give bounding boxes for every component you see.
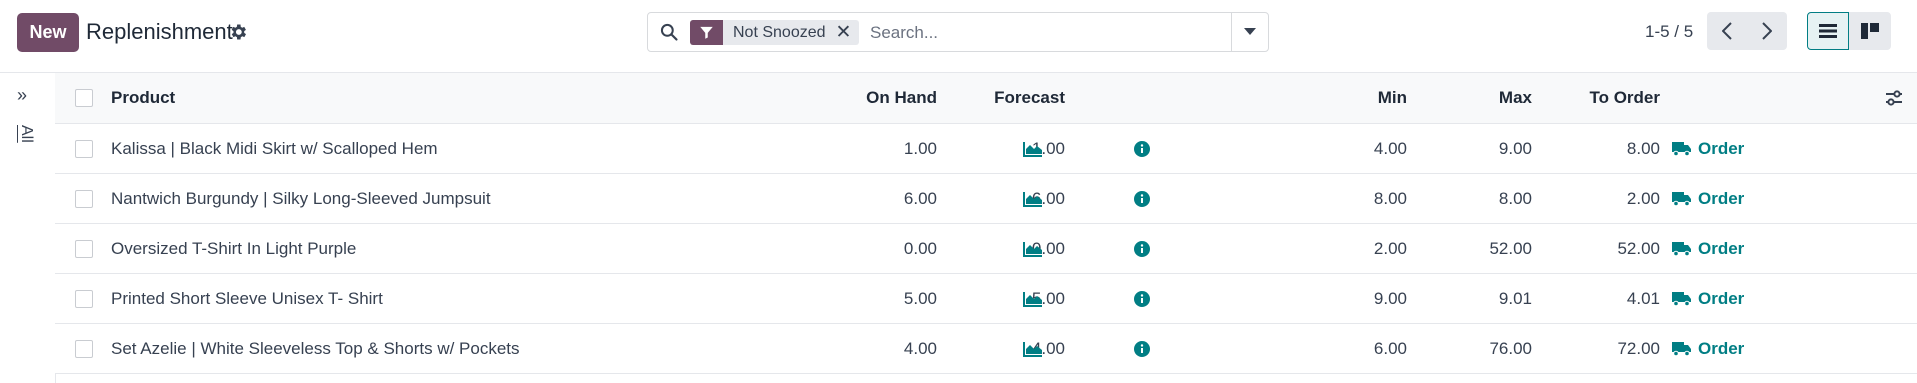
panel-all-label[interactable]: All [17, 125, 35, 143]
row-checkbox[interactable] [75, 289, 93, 308]
order-button[interactable]: Order [1672, 174, 1744, 223]
truck-icon [1672, 242, 1691, 256]
area-chart-icon[interactable] [1023, 124, 1043, 173]
caret-down-icon [1244, 28, 1256, 35]
to-order-cell: 52.00 [1617, 238, 1660, 258]
chevron-right-icon [1762, 22, 1772, 40]
table-header: Product On Hand Forecast Min Max To Orde… [55, 72, 1917, 124]
to-order-cell: 2.00 [1626, 188, 1660, 208]
table-row[interactable]: Printed Short Sleeve Unisex T- Shirt 5.0… [55, 274, 1917, 324]
product-cell[interactable]: Kalissa | Black Midi Skirt w/ Scalloped … [111, 124, 438, 173]
control-panel: New Replenishment Not Snoozed ✕ 1-5 / 5 [0, 0, 1917, 72]
table-row[interactable]: Set Azelie | White Sleeveless Top & Shor… [55, 324, 1917, 374]
max-cell: 9.01 [1498, 288, 1532, 308]
max-cell: 52.00 [1489, 238, 1532, 258]
on-hand-cell: 6.00 [903, 188, 937, 208]
kanban-view-button[interactable] [1849, 12, 1891, 50]
product-cell[interactable]: Printed Short Sleeve Unisex T- Shirt [111, 274, 383, 323]
to-order-cell: 8.00 [1626, 138, 1660, 158]
pager-buttons [1707, 12, 1787, 50]
order-button-label: Order [1698, 288, 1745, 308]
product-cell[interactable]: Oversized T-Shirt In Light Purple [111, 224, 356, 273]
column-header-product[interactable]: Product [111, 73, 175, 123]
truck-icon [1672, 192, 1691, 206]
info-icon[interactable] [1134, 124, 1150, 173]
order-button-label: Order [1698, 338, 1745, 358]
on-hand-cell: 4.00 [903, 338, 937, 358]
row-checkbox[interactable] [75, 339, 93, 358]
row-checkbox[interactable] [75, 239, 93, 258]
area-chart-icon[interactable] [1023, 274, 1043, 323]
min-cell: 6.00 [1373, 338, 1407, 358]
expand-panel-icon[interactable]: » [17, 85, 27, 106]
gear-icon[interactable] [228, 22, 248, 42]
replenishment-list: Product On Hand Forecast Min Max To Orde… [55, 72, 1917, 374]
order-button-label: Order [1698, 238, 1745, 258]
facet-remove-icon[interactable]: ✕ [836, 20, 860, 45]
facet-label: Not Snoozed [733, 23, 826, 41]
min-cell: 8.00 [1373, 188, 1407, 208]
list-view-icon [1819, 24, 1837, 38]
product-cell[interactable]: Nantwich Burgundy | Silky Long-Sleeved J… [111, 174, 491, 223]
info-icon[interactable] [1134, 274, 1150, 323]
pager-previous-button[interactable] [1707, 12, 1747, 50]
search-icon[interactable] [659, 22, 679, 42]
truck-icon [1672, 142, 1691, 156]
column-header-forecast[interactable]: Forecast [994, 73, 1065, 123]
order-button[interactable]: Order [1672, 224, 1744, 273]
order-button[interactable]: Order [1672, 124, 1744, 173]
optional-columns-icon[interactable] [1885, 73, 1903, 123]
max-cell: 76.00 [1489, 338, 1532, 358]
order-button[interactable]: Order [1672, 324, 1744, 373]
pager-next-button[interactable] [1747, 12, 1787, 50]
info-icon[interactable] [1134, 174, 1150, 223]
search-input[interactable] [868, 18, 1212, 48]
table-row[interactable]: Kalissa | Black Midi Skirt w/ Scalloped … [55, 124, 1917, 174]
page-title: Replenishment [86, 19, 233, 44]
product-cell[interactable]: Set Azelie | White Sleeveless Top & Shor… [111, 324, 520, 373]
truck-icon [1672, 342, 1691, 356]
order-button-label: Order [1698, 138, 1745, 158]
min-cell: 2.00 [1373, 238, 1407, 258]
on-hand-cell: 5.00 [903, 288, 937, 308]
search-facet: Not Snoozed ✕ [690, 20, 860, 45]
column-header-to-order[interactable]: To Order [1589, 73, 1660, 123]
table-row[interactable]: Oversized T-Shirt In Light Purple 0.00 0… [55, 224, 1917, 274]
area-chart-icon[interactable] [1023, 174, 1043, 223]
info-icon[interactable] [1134, 324, 1150, 373]
max-cell: 8.00 [1498, 188, 1532, 208]
search-bar: Not Snoozed ✕ [647, 12, 1269, 52]
search-options-toggle[interactable] [1231, 13, 1268, 51]
row-checkbox[interactable] [75, 189, 93, 208]
min-cell: 9.00 [1373, 288, 1407, 308]
to-order-cell: 4.01 [1626, 288, 1660, 308]
table-row[interactable]: Nantwich Burgundy | Silky Long-Sleeved J… [55, 174, 1917, 224]
select-all-checkbox[interactable] [75, 89, 93, 107]
view-switcher [1807, 12, 1891, 50]
new-button[interactable]: New [17, 13, 79, 52]
search-panel: » All [0, 72, 56, 383]
order-button[interactable]: Order [1672, 274, 1744, 323]
column-header-min[interactable]: Min [1378, 73, 1407, 123]
column-header-on-hand[interactable]: On Hand [866, 73, 937, 123]
column-header-max[interactable]: Max [1499, 73, 1532, 123]
order-button-label: Order [1698, 188, 1745, 208]
list-view-button[interactable] [1807, 12, 1849, 50]
kanban-view-icon [1861, 23, 1879, 39]
on-hand-cell: 1.00 [903, 138, 937, 158]
to-order-cell: 72.00 [1617, 338, 1660, 358]
area-chart-icon[interactable] [1023, 224, 1043, 273]
truck-icon [1672, 292, 1691, 306]
filter-icon [690, 20, 723, 45]
max-cell: 9.00 [1498, 138, 1532, 158]
area-chart-icon[interactable] [1023, 324, 1043, 373]
info-icon[interactable] [1134, 224, 1150, 273]
min-cell: 4.00 [1373, 138, 1407, 158]
chevron-left-icon [1722, 22, 1732, 40]
row-checkbox[interactable] [75, 139, 93, 158]
pager-value[interactable]: 1-5 / 5 [1645, 22, 1693, 42]
on-hand-cell: 0.00 [903, 238, 937, 258]
